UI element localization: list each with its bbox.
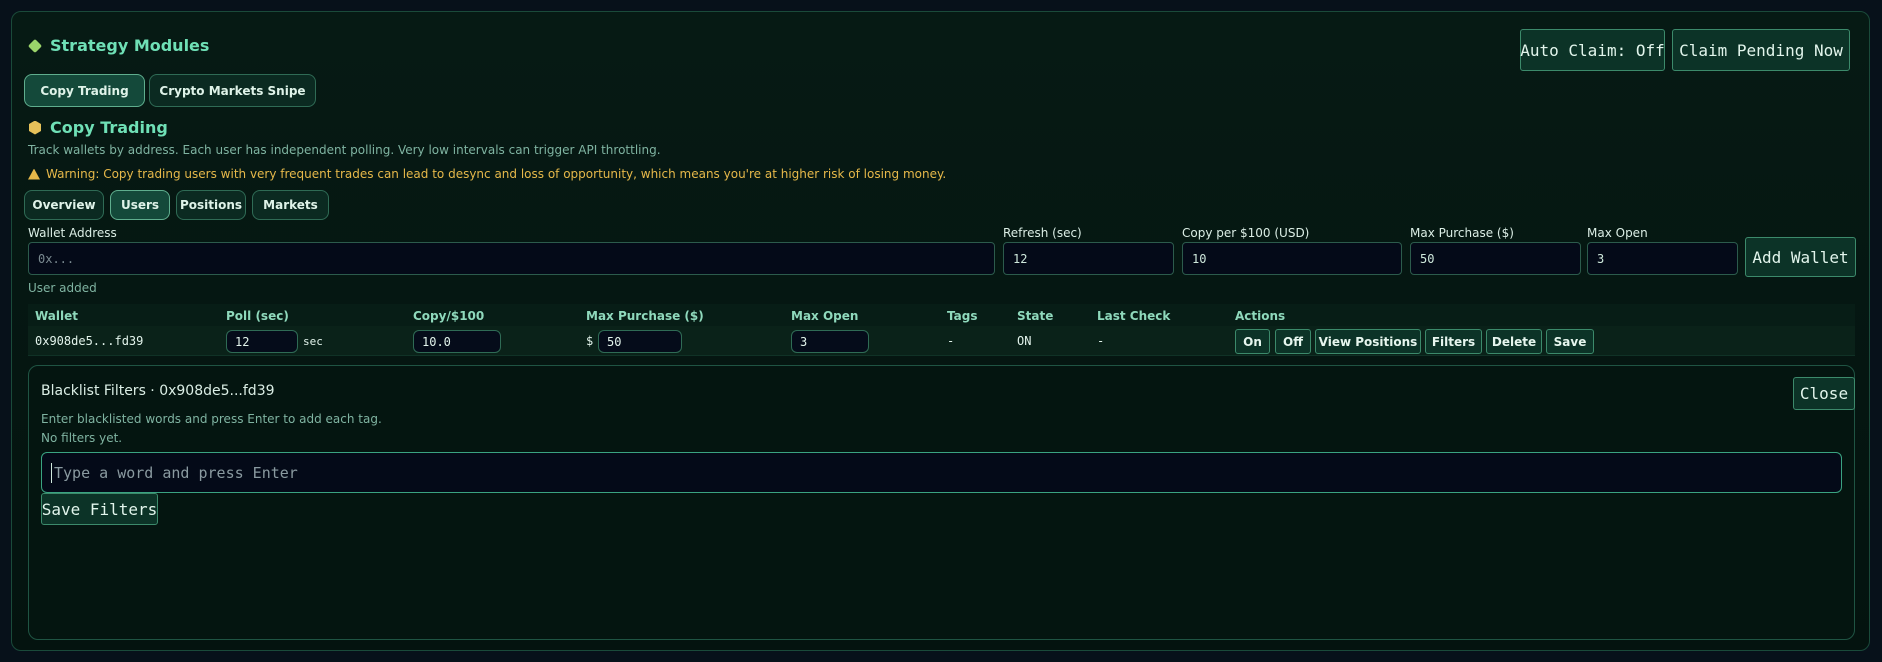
filters-title: Blacklist Filters · 0x908de5...fd39 bbox=[41, 383, 275, 399]
action-filters-button[interactable]: Filters bbox=[1425, 329, 1482, 354]
copy-per-100-value: 10 bbox=[1192, 251, 1207, 266]
max-open-input[interactable]: 3 bbox=[1587, 242, 1738, 275]
max-purchase-value: 50 bbox=[1420, 251, 1435, 266]
wallet-address-placeholder: 0x... bbox=[38, 251, 75, 266]
status-message: User added bbox=[28, 281, 97, 295]
row-last-check: - bbox=[1097, 334, 1105, 348]
max-open-value: 3 bbox=[1597, 251, 1605, 266]
auto-claim-button[interactable]: Auto Claim: Off bbox=[1520, 29, 1665, 71]
max-purchase-input[interactable]: 50 bbox=[1410, 242, 1581, 275]
blacklist-filters-card: Blacklist Filters · 0x908de5...fd39 Clos… bbox=[28, 365, 1855, 640]
action-save-button[interactable]: Save bbox=[1546, 329, 1594, 354]
add-wallet-button[interactable]: Add Wallet bbox=[1745, 237, 1856, 277]
row-tags: - bbox=[947, 334, 955, 348]
row-copy-input[interactable]: 10.0 bbox=[413, 330, 501, 353]
filters-empty: No filters yet. bbox=[41, 431, 123, 445]
tab-crypto-markets-snipe[interactable]: Crypto Markets Snipe bbox=[149, 74, 316, 107]
section-description: Track wallets by address. Each user has … bbox=[28, 143, 661, 157]
col-state: State bbox=[1017, 309, 1054, 323]
col-max-purchase: Max Purchase ($) bbox=[586, 309, 704, 323]
tab-positions[interactable]: Positions bbox=[176, 190, 246, 220]
max-purchase-label: Max Purchase ($) bbox=[1410, 226, 1514, 240]
strategy-modules-panel: Strategy Modules Auto Claim: Off Claim P… bbox=[11, 11, 1870, 651]
warning-text: Warning: Copy trading users with very fr… bbox=[46, 167, 947, 181]
tab-markets[interactable]: Markets bbox=[252, 190, 329, 220]
puzzle-icon bbox=[28, 39, 42, 53]
tab-copy-trading[interactable]: Copy Trading bbox=[24, 74, 145, 107]
row-currency: $ bbox=[586, 334, 594, 348]
wallet-address-input[interactable]: 0x... bbox=[28, 242, 995, 275]
table-header bbox=[28, 304, 1855, 326]
filter-word-placeholder: Type a word and press Enter bbox=[54, 463, 298, 482]
tab-users[interactable]: Users bbox=[110, 190, 170, 220]
claim-pending-button[interactable]: Claim Pending Now bbox=[1672, 29, 1850, 71]
copy-per-100-input[interactable]: 10 bbox=[1182, 242, 1402, 275]
row-max-purchase-value: 50 bbox=[607, 334, 622, 349]
max-open-label: Max Open bbox=[1587, 226, 1648, 240]
row-wallet: 0x908de5...fd39 bbox=[35, 334, 144, 348]
col-poll: Poll (sec) bbox=[226, 309, 289, 323]
filters-hint: Enter blacklisted words and press Enter … bbox=[41, 412, 382, 426]
action-on-button[interactable]: On bbox=[1235, 329, 1270, 354]
tab-overview[interactable]: Overview bbox=[24, 190, 104, 220]
row-max-open-value: 3 bbox=[800, 334, 808, 349]
row-copy-value: 10.0 bbox=[422, 334, 451, 349]
row-poll-unit: sec bbox=[303, 335, 323, 348]
row-poll-value: 12 bbox=[235, 334, 250, 349]
action-off-button[interactable]: Off bbox=[1275, 329, 1311, 354]
col-wallet: Wallet bbox=[35, 309, 79, 323]
row-max-purchase-input[interactable]: 50 bbox=[598, 330, 682, 353]
panel-header: Strategy Modules bbox=[28, 36, 209, 55]
wallet-address-label: Wallet Address bbox=[28, 226, 117, 240]
refresh-input[interactable]: 12 bbox=[1003, 242, 1174, 275]
col-tags: Tags bbox=[947, 309, 978, 323]
warning-icon bbox=[28, 168, 40, 180]
row-poll-input[interactable]: 12 bbox=[226, 330, 298, 353]
copy-per-100-label: Copy per $100 (USD) bbox=[1182, 226, 1310, 240]
refresh-label: Refresh (sec) bbox=[1003, 226, 1082, 240]
panel-title: Strategy Modules bbox=[50, 36, 210, 55]
text-cursor bbox=[51, 462, 52, 483]
refresh-value: 12 bbox=[1013, 251, 1028, 266]
row-state: ON bbox=[1017, 334, 1032, 348]
section-title: Copy Trading bbox=[50, 118, 168, 137]
col-copy: Copy/$100 bbox=[413, 309, 485, 323]
hexagon-icon bbox=[28, 120, 42, 136]
close-filters-button[interactable]: Close bbox=[1793, 377, 1855, 410]
section-header: Copy Trading bbox=[28, 118, 168, 137]
col-max-open: Max Open bbox=[791, 309, 859, 323]
warning-row: Warning: Copy trading users with very fr… bbox=[28, 167, 946, 181]
save-filters-button[interactable]: Save Filters bbox=[41, 493, 158, 525]
filter-word-input[interactable]: Type a word and press Enter bbox=[41, 452, 1842, 493]
col-actions: Actions bbox=[1235, 309, 1286, 323]
action-view-positions-button[interactable]: View Positions bbox=[1315, 329, 1421, 354]
col-last-check: Last Check bbox=[1097, 309, 1171, 323]
row-max-open-input[interactable]: 3 bbox=[791, 330, 869, 353]
action-delete-button[interactable]: Delete bbox=[1486, 329, 1542, 354]
